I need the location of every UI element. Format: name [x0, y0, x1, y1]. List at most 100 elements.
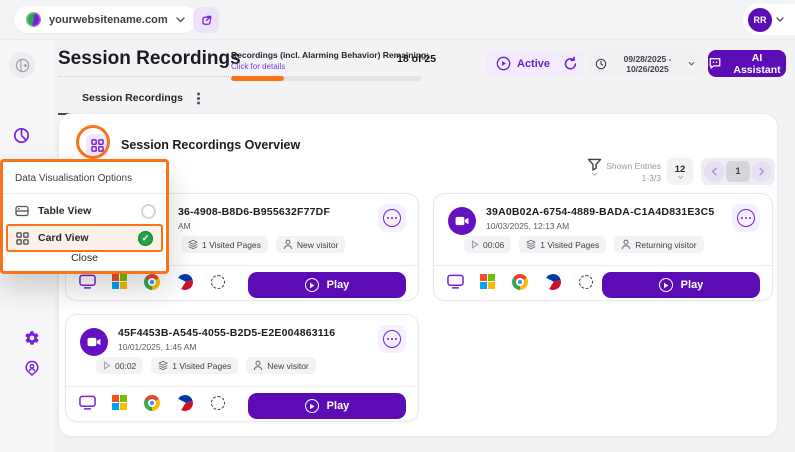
refresh-button[interactable]: [557, 50, 584, 77]
sidebar-item-settings[interactable]: [24, 330, 40, 346]
country-flag-icon: [545, 274, 561, 295]
tab-label: Session Recordings: [82, 92, 183, 104]
visitor-type-badge: New visitor: [246, 357, 316, 374]
date-range-value: 09/28/2025 - 10/26/2025: [612, 54, 683, 74]
external-link-icon: [200, 14, 213, 27]
recording-header: 39A0B02A-6754-4889-BADA-C1A4D831E3C5 10/…: [486, 206, 714, 231]
prev-page-button[interactable]: [704, 161, 725, 182]
user-menu[interactable]: RR: [743, 4, 795, 35]
card-more-button[interactable]: [732, 204, 760, 232]
ellipsis-icon: [383, 209, 401, 227]
chrome-icon: [144, 274, 160, 290]
radio-unselected[interactable]: [141, 204, 156, 219]
card-more-button[interactable]: [378, 325, 406, 353]
duration-badge: 00:06: [464, 236, 511, 253]
shown-entries-label: Shown Entries: [599, 160, 661, 172]
visitor-type-badge: Returning visitor: [614, 236, 703, 253]
windows-icon: [480, 274, 495, 289]
chrome-icon: [512, 274, 528, 290]
shown-entries-value: 1-3/3: [599, 172, 661, 184]
play-button[interactable]: Play: [248, 272, 406, 298]
chevron-down-icon: [176, 17, 185, 23]
play-button[interactable]: Play: [602, 272, 760, 298]
clock-icon: [595, 58, 607, 70]
quota-details-link[interactable]: Click for details: [231, 62, 421, 71]
overview-title: Session Recordings Overview: [121, 138, 300, 152]
visited-pages-badge: 1 Visited Pages: [151, 357, 238, 374]
panel-expand-icon: [15, 58, 30, 73]
recording-date: 10/03/2025, 12:13 AM: [486, 221, 714, 231]
windows-icon: [112, 274, 127, 289]
table-view-icon: [15, 205, 29, 217]
card-view-label: Card View: [38, 232, 89, 244]
popup-close-button[interactable]: Close: [3, 252, 166, 264]
avatar: RR: [748, 8, 772, 32]
page-title: Session Recordings: [58, 48, 241, 77]
quota-block: Recordings (incl. Alarming Behavior) Rem…: [231, 50, 421, 81]
quota-value: 18 of 25: [397, 53, 436, 65]
site-selector[interactable]: yourwebsitename.com: [14, 6, 197, 33]
page-size-select[interactable]: 12: [667, 158, 693, 185]
radio-selected-check-icon[interactable]: ✓: [138, 231, 153, 246]
option-card-view[interactable]: Card View ✓: [6, 224, 163, 252]
quota-label: Recordings (incl. Alarming Behavior) Rem…: [231, 50, 421, 60]
windows-icon: [112, 395, 127, 410]
active-label: Active: [517, 58, 550, 70]
play-icon: [659, 278, 673, 292]
recording-date: AM: [178, 221, 330, 231]
app-screen: yourwebsitename.com RR: [0, 0, 795, 452]
visited-pages-badge: 1 Visited Pages: [181, 236, 268, 253]
next-page-button[interactable]: [751, 161, 772, 182]
tab-session-recordings[interactable]: Session Recordings: [58, 88, 224, 115]
overview-collapse-button[interactable]: [86, 134, 108, 156]
card-more-button[interactable]: [378, 204, 406, 232]
sidebar-item-profile[interactable]: [24, 360, 40, 376]
country-flag-icon: [177, 274, 193, 295]
video-camera-icon: [80, 328, 108, 356]
chat-icon: [708, 57, 722, 70]
active-status-button[interactable]: Active: [486, 50, 560, 77]
data-visualisation-popup: Data Visualisation Options Table View Ca…: [0, 159, 169, 274]
recording-id: 45F4453B-A545-4055-B2D5-E2E004863116: [118, 327, 335, 339]
top-bar: yourwebsitename.com RR: [0, 0, 795, 40]
play-icon: [305, 278, 319, 292]
chevron-down-icon: [776, 17, 784, 22]
recording-card: 45F4453B-A545-4055-B2D5-E2E004863116 10/…: [65, 314, 419, 422]
popup-title: Data Visualisation Options: [15, 173, 132, 184]
pie-chart-icon: [13, 127, 30, 144]
kebab-menu-icon[interactable]: [197, 97, 200, 100]
tab-bar: Session Recordings: [58, 88, 224, 115]
visitor-type-badge: New visitor: [276, 236, 346, 253]
person-pin-icon: [24, 360, 40, 376]
chevron-down-icon: [591, 172, 598, 176]
play-button[interactable]: Play: [248, 393, 406, 419]
unknown-source-icon: [579, 275, 593, 289]
open-site-button[interactable]: [193, 7, 219, 33]
card-divider: [434, 265, 772, 266]
country-flag-icon: [177, 395, 193, 416]
ai-assistant-button[interactable]: AI Assistant: [708, 50, 786, 77]
recording-header: 45F4453B-A545-4055-B2D5-E2E004863116 10/…: [118, 327, 335, 352]
play-circle-icon: [496, 56, 511, 71]
monitor-icon: [447, 274, 464, 294]
gear-icon: [24, 330, 40, 346]
chevron-down-icon: [688, 61, 695, 66]
recording-id: 36-4908-B8D6-B955632F77DF: [178, 206, 330, 218]
collapse-sidebar-button[interactable]: [9, 52, 35, 78]
sidebar-item-analytics[interactable]: [13, 127, 30, 144]
ellipsis-icon: [737, 209, 755, 227]
card-view-icon: [16, 232, 29, 245]
video-camera-icon: [448, 207, 476, 235]
badge-row: 1 Visited Pages New visitor: [181, 236, 345, 253]
chrome-icon: [144, 395, 160, 411]
card-divider: [66, 386, 418, 387]
pagination: 1: [701, 158, 775, 185]
unknown-source-icon: [211, 396, 225, 410]
ellipsis-icon: [383, 330, 401, 348]
date-range-picker[interactable]: 09/28/2025 - 10/26/2025: [588, 50, 702, 77]
grid-view-icon: [91, 139, 104, 152]
ai-assistant-label: AI Assistant: [728, 52, 786, 76]
option-table-view[interactable]: Table View: [15, 200, 156, 222]
current-page[interactable]: 1: [726, 161, 750, 182]
recording-header: 36-4908-B8D6-B955632F77DF AM: [178, 206, 330, 231]
